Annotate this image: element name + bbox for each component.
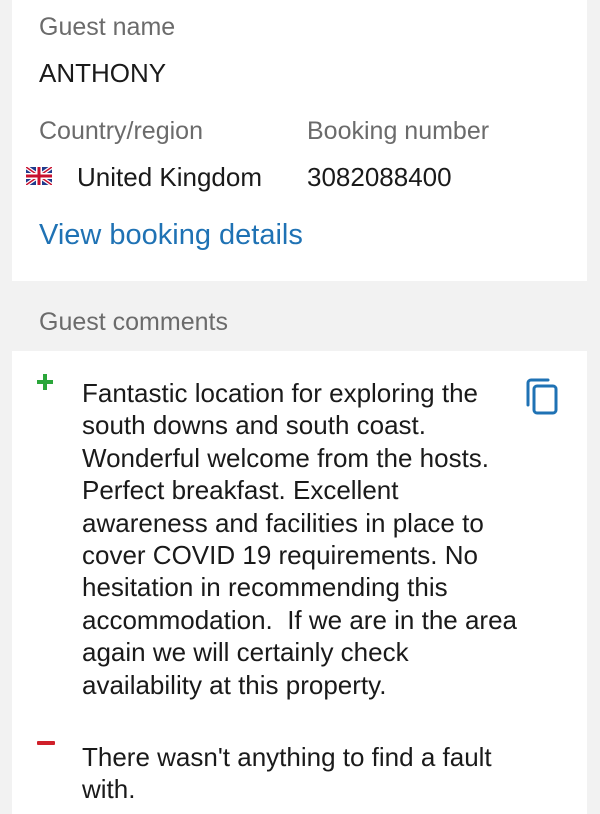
booking-number-label: Booking number <box>307 117 490 145</box>
guest-comments-heading: Guest comments <box>39 308 228 336</box>
booking-number-value: 3082088400 <box>307 162 452 192</box>
copy-icon[interactable] <box>524 377 560 415</box>
country-label: Country/region <box>39 117 203 145</box>
negative-comment-text: There wasn't anything to find a fault wi… <box>82 742 499 805</box>
guest-name-value: ANTHONY <box>39 58 167 88</box>
country-value: United Kingdom <box>77 162 262 192</box>
view-booking-details-link[interactable]: View booking details <box>39 219 303 252</box>
positive-comment-text: Fantastic location for exploring the sou… <box>82 378 525 700</box>
uk-flag-icon <box>24 165 54 187</box>
guest-name-label: Guest name <box>39 13 176 41</box>
plus-icon <box>36 373 54 391</box>
minus-icon <box>37 741 55 745</box>
